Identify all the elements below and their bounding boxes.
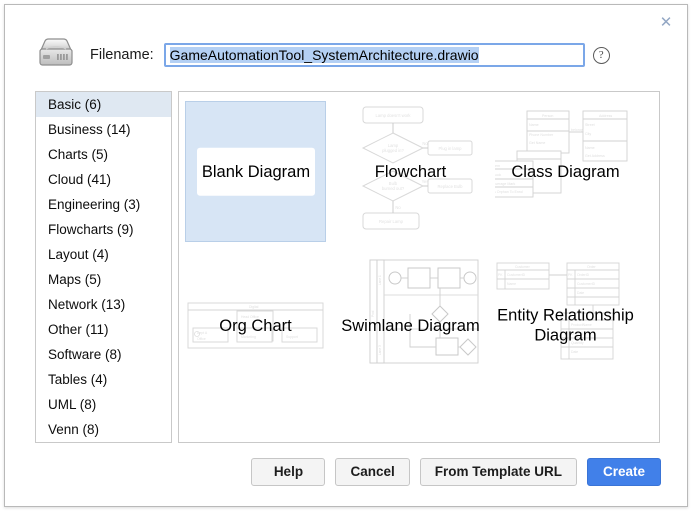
svg-text:Get Name: Get Name	[529, 141, 545, 145]
svg-text:CustomerID: CustomerID	[577, 282, 596, 286]
template-grid: Blank Diagram Lamp doesn't work Lamp plu…	[185, 101, 655, 409]
svg-text:Replace Bulb: Replace Bulb	[438, 184, 464, 189]
help-button[interactable]: Help	[251, 458, 326, 486]
category-item-other[interactable]: Other (11)	[36, 317, 171, 342]
template-panel: Blank Diagram Lamp doesn't work Lamp plu…	[178, 91, 660, 443]
filename-input-wrap	[163, 43, 585, 67]
svg-text:Is Orphan To Enrol: Is Orphan To Enrol	[495, 190, 523, 194]
svg-text:Item: Item	[495, 164, 500, 168]
new-diagram-dialog: ✕ Filename: GameAutomationTool_SystemArc…	[4, 4, 688, 507]
svg-text:Repair Lamp: Repair Lamp	[379, 219, 404, 224]
category-item-business[interactable]: Business (14)	[36, 117, 171, 142]
template-card-class-diagram[interactable]: Person Name Phone Number Get Name Addres…	[495, 101, 636, 242]
swimlane-thumbnail-icon: Pool Lane 1 Lane 3	[340, 255, 481, 396]
svg-text:Date: Date	[577, 291, 584, 295]
svg-text:Marketing: Marketing	[241, 335, 256, 339]
category-item-engineering[interactable]: Engineering (3)	[36, 192, 171, 217]
svg-text:No: No	[395, 205, 401, 210]
svg-text:Name: Name	[529, 123, 539, 127]
svg-text:ProductName: ProductName	[571, 323, 592, 327]
category-list[interactable]: Basic (6) Business (14) Charts (5) Cloud…	[35, 91, 172, 443]
class-diagram-thumbnail-icon: Person Name Phone Number Get Name Addres…	[495, 101, 636, 242]
dialog-header: Filename: ?	[5, 27, 689, 83]
svg-text:Person: Person	[542, 114, 553, 118]
svg-text:Average Mark: Average Mark	[495, 182, 516, 186]
dialog-footer: Help Cancel From Template URL Create	[241, 458, 661, 486]
svg-text:PK: PK	[562, 341, 567, 345]
svg-text:Lane 1: Lane 1	[378, 275, 382, 285]
svg-text:Dept A: Dept A	[197, 331, 208, 335]
svg-text:plugged in?: plugged in?	[382, 148, 404, 153]
from-template-url-button[interactable]: From Template URL	[419, 458, 577, 486]
org-chart-thumbnail-icon: Digital Head Office Marketing Dept A Off…	[185, 255, 326, 396]
svg-text:Date: Date	[571, 350, 578, 354]
svg-text:PK: PK	[568, 273, 573, 277]
template-card-swimlane-diagram[interactable]: Pool Lane 1 Lane 3 Swimlane Diagram	[340, 255, 481, 396]
category-item-flowcharts[interactable]: Flowcharts (9)	[36, 217, 171, 242]
svg-text:Quantity: Quantity	[571, 341, 584, 345]
category-item-tables[interactable]: Tables (4)	[36, 367, 171, 392]
svg-text:Street: Street	[585, 123, 595, 127]
flowchart-thumbnail-icon: Lamp doesn't work Lamp plugged in? Plug …	[340, 101, 481, 242]
category-item-venn[interactable]: Venn (8)	[36, 417, 171, 442]
category-item-layout[interactable]: Layout (4)	[36, 242, 171, 267]
svg-text:Head Office: Head Office	[241, 315, 259, 319]
svg-text:Get Address: Get Address	[585, 154, 605, 158]
svg-text:Name: Name	[585, 146, 595, 150]
template-label-blank-diagram: Blank Diagram	[197, 147, 315, 196]
category-item-basic[interactable]: Basic (6)	[36, 92, 171, 117]
svg-text:Address: Address	[599, 114, 612, 118]
svg-text:OrderID: OrderID	[577, 273, 590, 277]
svg-text:Digital: Digital	[249, 305, 259, 309]
svg-text:Name: Name	[507, 282, 516, 286]
create-button[interactable]: Create	[587, 458, 661, 486]
svg-text:OrderID: OrderID	[571, 332, 584, 336]
category-item-cloud[interactable]: Cloud (41)	[36, 167, 171, 192]
svg-text:Lane 3: Lane 3	[378, 345, 382, 355]
template-card-blank-diagram[interactable]: Blank Diagram	[185, 101, 326, 242]
svg-text:CustomerID: CustomerID	[507, 273, 526, 277]
category-item-uml[interactable]: UML (8)	[36, 392, 171, 417]
svg-text:Customer: Customer	[515, 265, 531, 269]
svg-text:Support: Support	[286, 335, 298, 339]
svg-text:PK: PK	[498, 273, 503, 277]
category-item-charts[interactable]: Charts (5)	[36, 142, 171, 167]
category-item-software[interactable]: Software (8)	[36, 342, 171, 367]
svg-text:Office: Office	[197, 337, 206, 341]
hard-disk-icon	[34, 34, 78, 76]
svg-text:belongs: belongs	[571, 128, 584, 132]
template-card-flowchart[interactable]: Lamp doesn't work Lamp plugged in? Plug …	[340, 101, 481, 242]
svg-text:Order: Order	[587, 265, 597, 269]
help-question-icon[interactable]: ?	[592, 46, 610, 64]
category-item-network[interactable]: Network (13)	[36, 292, 171, 317]
svg-text:Plug in lamp: Plug in lamp	[438, 146, 462, 151]
filename-label: Filename:	[90, 47, 154, 63]
erd-thumbnail-icon: Customer PK CustomerID Name Order PK Ord…	[495, 255, 636, 396]
svg-text:Lamp doesn't work: Lamp doesn't work	[375, 113, 411, 118]
svg-text:burned out?: burned out?	[382, 186, 405, 191]
svg-text:Pool: Pool	[371, 310, 375, 317]
filename-input[interactable]	[163, 43, 585, 67]
svg-text:No: No	[422, 141, 428, 146]
category-item-maps[interactable]: Maps (5)	[36, 267, 171, 292]
svg-text:Book: Book	[495, 173, 501, 177]
cancel-button[interactable]: Cancel	[335, 458, 410, 486]
dialog-body: Basic (6) Business (14) Charts (5) Cloud…	[35, 91, 660, 443]
svg-text:City: City	[585, 132, 591, 136]
template-card-entity-relationship-diagram[interactable]: Customer PK CustomerID Name Order PK Ord…	[495, 255, 636, 396]
template-card-org-chart[interactable]: Digital Head Office Marketing Dept A Off…	[185, 255, 326, 396]
svg-text:Yes: Yes	[422, 179, 429, 184]
svg-text:Phone Number: Phone Number	[529, 133, 554, 137]
